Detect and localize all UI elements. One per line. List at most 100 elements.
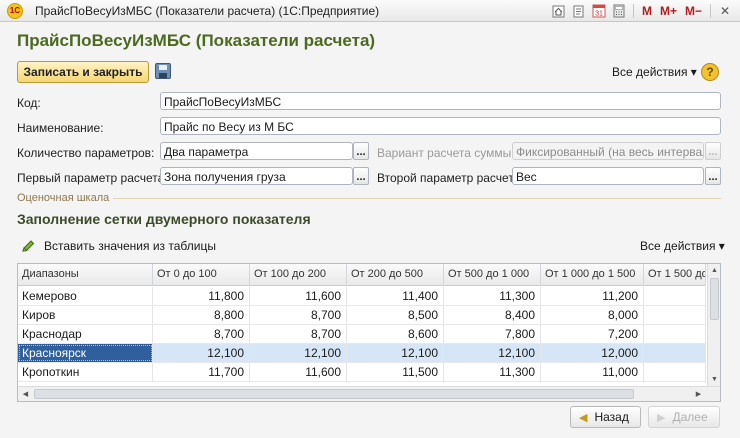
second-param-label: Второй параметр расчета: (377, 171, 524, 185)
grid-value-cell[interactable]: 8,800 (153, 306, 250, 324)
grid-row-name-cell[interactable]: Кропоткин (18, 363, 153, 381)
back-button[interactable]: ◀ Назад (570, 406, 641, 428)
grid-value-cell[interactable]: 11,800 (153, 287, 250, 305)
grid-value-cell[interactable]: 11,400 (347, 287, 444, 305)
grid-value-cell[interactable] (644, 306, 706, 324)
scroll-right-arrow-icon[interactable]: ▶ (693, 389, 704, 400)
all-actions-menu[interactable]: Все действия ▾ (612, 65, 697, 79)
help-icon[interactable]: ? (701, 63, 719, 81)
grid-value-cell[interactable]: 7,800 (444, 325, 541, 343)
param-count-choose-button[interactable]: ... (353, 142, 369, 160)
grid-value-cell[interactable]: 8,700 (250, 306, 347, 324)
calendar-icon[interactable]: 31 (590, 2, 608, 20)
group-divider (17, 198, 721, 199)
scroll-down-arrow-icon[interactable]: ▼ (709, 374, 720, 385)
grid-section-title: Заполнение сетки двумерного показателя (17, 211, 311, 227)
grid-body: Кемерово 11,800 11,600 11,400 11,300 11,… (18, 287, 706, 382)
table-row[interactable]: Кропоткин 11,700 11,600 11,500 11,300 11… (18, 363, 706, 382)
grid-value-cell[interactable]: 8,700 (250, 325, 347, 343)
grid-value-cell[interactable] (644, 325, 706, 343)
sum-variant-label: Вариант расчета суммы: (377, 146, 515, 160)
grid-all-actions-menu[interactable]: Все действия ▾ (640, 239, 725, 253)
table-row[interactable]: Краснодар 8,700 8,700 8,600 7,800 7,200 (18, 325, 706, 344)
pencil-icon[interactable] (21, 240, 35, 253)
form-title: ПрайсПоВесуИзМБС (Показатели расчета) (17, 31, 376, 50)
calculator-icon[interactable] (610, 2, 628, 20)
grid-horizontal-scrollbar[interactable]: ◀ ▶ (18, 386, 720, 401)
grid-value-cell[interactable]: 7,200 (541, 325, 644, 343)
titlebar-divider (632, 4, 634, 18)
sum-variant-choose-button[interactable]: ... (705, 142, 721, 160)
grid-value-cell[interactable]: 8,000 (541, 306, 644, 324)
grid-column-header[interactable]: От 0 до 100 (153, 264, 250, 286)
grid-value-cell[interactable] (644, 287, 706, 305)
grid-vertical-scroll-thumb[interactable] (710, 278, 719, 320)
grid-horizontal-scroll-thumb[interactable] (34, 389, 634, 399)
memory-plus-icon[interactable]: M+ (657, 4, 680, 18)
save-and-close-button[interactable]: Записать и закрыть (17, 61, 149, 83)
grid-row-name-cell[interactable]: Краснодар (18, 325, 153, 343)
home-icon[interactable] (550, 2, 568, 20)
grid-value-cell[interactable]: 11,300 (444, 287, 541, 305)
paste-from-table-button[interactable]: Вставить значения из таблицы (44, 239, 216, 253)
grid-row-name-cell[interactable]: Киров (18, 306, 153, 324)
grid-value-cell[interactable]: 11,600 (250, 287, 347, 305)
scale-group-label: Оценочная шкала (17, 192, 114, 204)
grid-row-name-cell[interactable]: Кемерово (18, 287, 153, 305)
grid-value-cell[interactable]: 12,100 (153, 344, 250, 362)
titlebar-divider (710, 4, 711, 18)
first-param-field[interactable]: Зона получения груза (160, 167, 353, 185)
param-count-field[interactable]: Два параметра (160, 142, 353, 160)
grid-value-cell[interactable] (644, 363, 706, 381)
grid-value-cell[interactable]: 8,600 (347, 325, 444, 343)
name-field[interactable]: Прайс по Весу из М БС (160, 117, 721, 135)
grid-value-cell[interactable]: 11,200 (541, 287, 644, 305)
grid-value-cell[interactable]: 12,100 (250, 344, 347, 362)
back-arrow-icon: ◀ (579, 411, 588, 424)
memory-store-icon[interactable]: M (639, 4, 655, 18)
grid-value-cell[interactable] (644, 344, 706, 362)
grid-column-header[interactable]: Диапазоны (18, 264, 153, 286)
grid-column-header[interactable]: От 500 до 1 000 (444, 264, 541, 286)
grid-vertical-scrollbar[interactable]: ▲ ▼ (707, 264, 720, 386)
grid-value-cell[interactable]: 8,700 (153, 325, 250, 343)
window-titlebar: 1С ПрайсПоВесуИзМБС (Показатели расчета)… (0, 0, 740, 22)
grid-value-cell[interactable]: 12,000 (541, 344, 644, 362)
code-field[interactable]: ПрайсПоВесуИзМБС (160, 92, 721, 110)
grid-value-cell[interactable]: 8,400 (444, 306, 541, 324)
code-label: Код: (17, 96, 41, 110)
grid-column-header[interactable]: От 1 500 до (644, 264, 706, 286)
sum-variant-field[interactable]: Фиксированный (на весь интервал) (512, 142, 704, 160)
grid-value-cell[interactable]: 11,500 (347, 363, 444, 381)
next-button[interactable]: ▶ Далее (648, 406, 720, 428)
table-row-selected[interactable]: Красноярск 12,100 12,100 12,100 12,100 1… (18, 344, 706, 363)
second-param-field[interactable]: Вес (512, 167, 704, 185)
grid-column-header[interactable]: От 100 до 200 (250, 264, 347, 286)
grid-column-header[interactable]: От 1 000 до 1 500 (541, 264, 644, 286)
first-param-choose-button[interactable]: ... (353, 167, 369, 185)
grid-column-header[interactable]: От 200 до 500 (347, 264, 444, 286)
1c-app-icon[interactable]: 1С (7, 2, 23, 19)
memory-minus-icon[interactable]: M− (682, 4, 705, 18)
grid-value-cell[interactable]: 11,300 (444, 363, 541, 381)
save-disk-icon[interactable] (155, 63, 171, 79)
grid-value-cell[interactable]: 11,000 (541, 363, 644, 381)
scroll-up-arrow-icon[interactable]: ▲ (709, 265, 720, 276)
next-arrow-icon: ▶ (657, 411, 666, 424)
indicator-grid[interactable]: Диапазоны От 0 до 100 От 100 до 200 От 2… (17, 263, 721, 402)
grid-header-row: Диапазоны От 0 до 100 От 100 до 200 От 2… (18, 264, 706, 286)
param-count-label: Количество параметров: (17, 146, 155, 160)
grid-value-cell[interactable]: 8,500 (347, 306, 444, 324)
scroll-left-arrow-icon[interactable]: ◀ (20, 389, 31, 400)
history-icon[interactable] (570, 2, 588, 20)
close-icon[interactable]: ✕ (716, 2, 734, 20)
grid-value-cell[interactable]: 11,700 (153, 363, 250, 381)
grid-value-cell[interactable]: 12,100 (347, 344, 444, 362)
grid-value-cell[interactable]: 12,100 (444, 344, 541, 362)
grid-row-name-cell[interactable]: Красноярск (18, 344, 153, 362)
table-row[interactable]: Кемерово 11,800 11,600 11,400 11,300 11,… (18, 287, 706, 306)
first-param-label: Первый параметр расчета: (17, 171, 168, 185)
grid-value-cell[interactable]: 11,600 (250, 363, 347, 381)
table-row[interactable]: Киров 8,800 8,700 8,500 8,400 8,000 (18, 306, 706, 325)
second-param-choose-button[interactable]: ... (705, 167, 721, 185)
